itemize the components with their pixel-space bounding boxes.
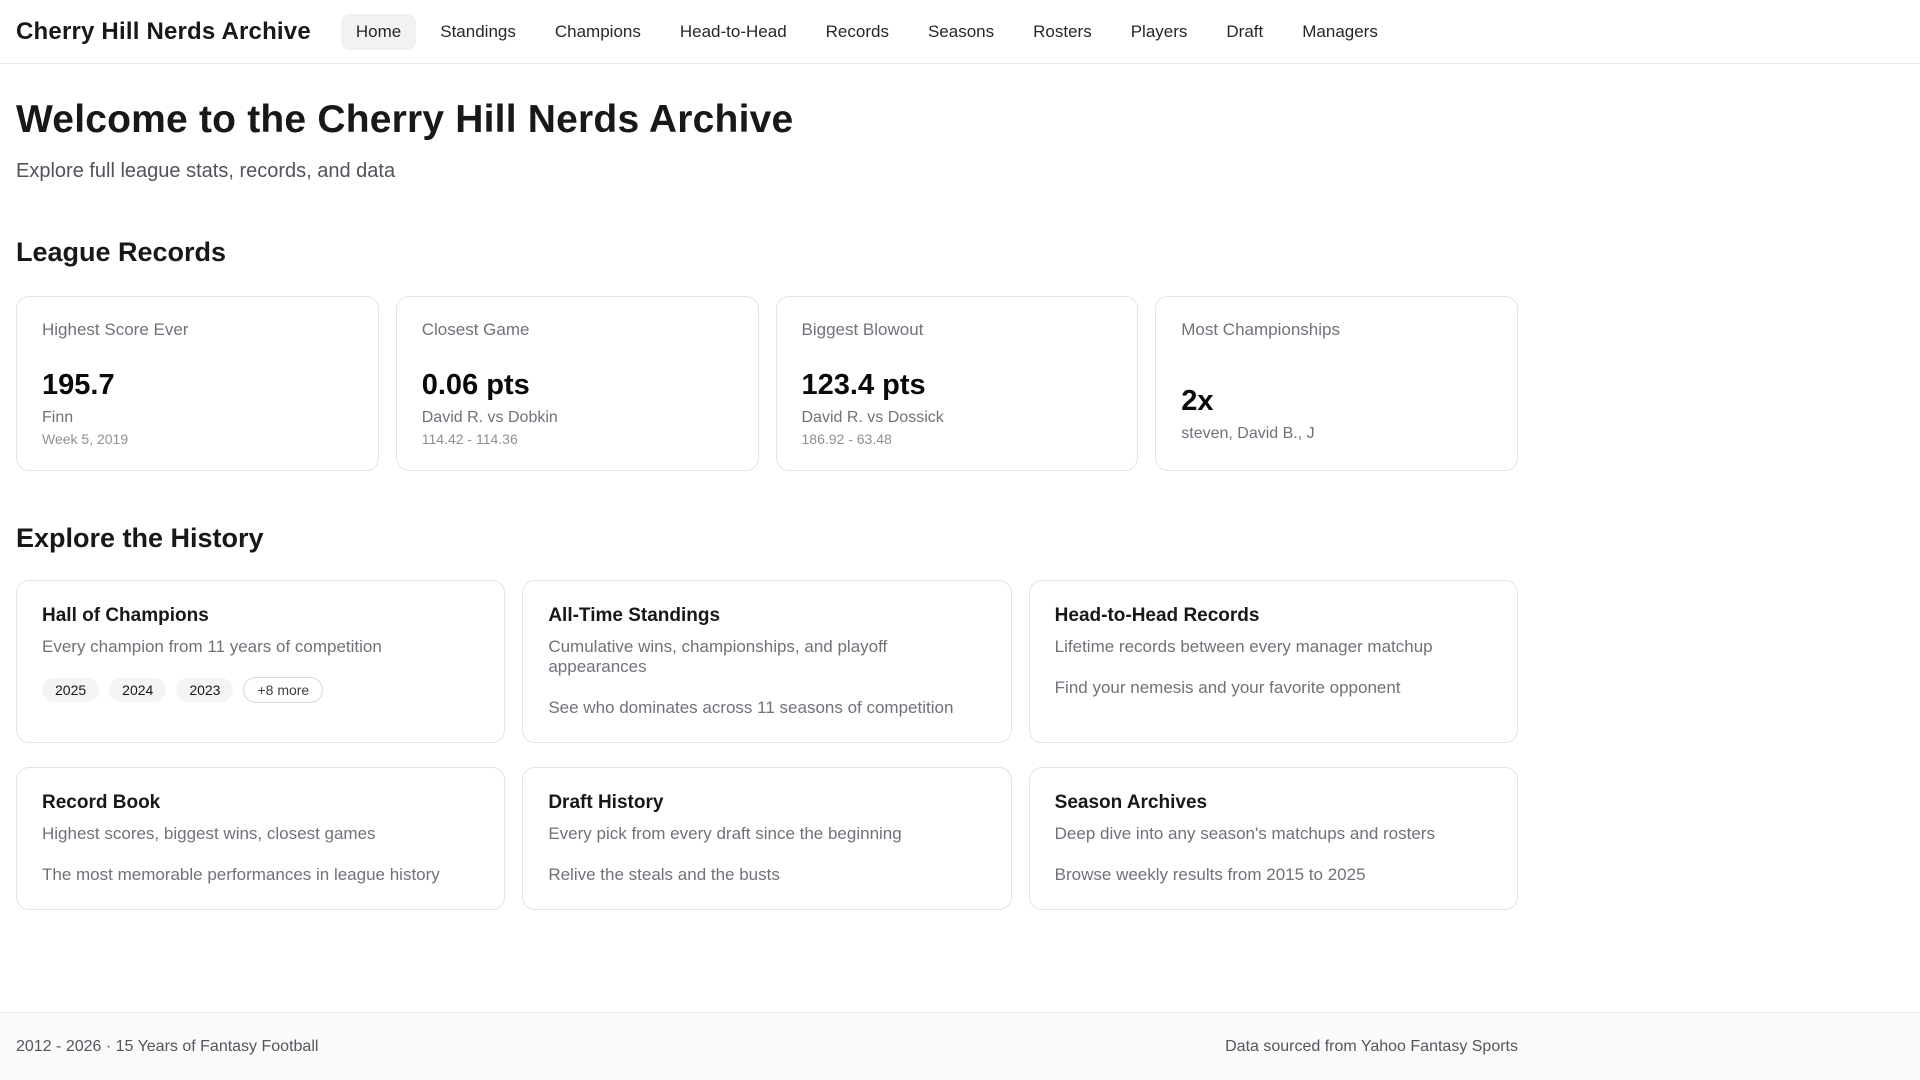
history-card-title: Hall of Champions bbox=[42, 605, 209, 626]
league-records-grid: Highest Score Ever 195.7 Finn Week 5, 20… bbox=[16, 296, 1518, 471]
history-card-season-archives[interactable]: Season Archives Deep dive into any seaso… bbox=[1028, 767, 1518, 910]
history-card-note: Relive the steals and the busts bbox=[548, 865, 780, 884]
history-card-head-to-head-records[interactable]: Head-to-Head Records Lifetime records be… bbox=[1028, 580, 1518, 743]
record-value: 0.06 pts bbox=[421, 369, 530, 401]
nav-item-home[interactable]: Home bbox=[340, 13, 417, 50]
record-card-closest-game: Closest Game 0.06 pts David R. vs Dobkin… bbox=[395, 296, 759, 471]
record-detail: Finn bbox=[42, 409, 74, 426]
history-card-note: Browse weekly results from 2015 to 2025 bbox=[1054, 865, 1366, 884]
record-label: Most Championships bbox=[1181, 320, 1340, 339]
year-badge: 2023 bbox=[176, 678, 234, 703]
history-card-description: Cumulative wins, championships, and play… bbox=[548, 637, 888, 676]
history-card-title: Season Archives bbox=[1054, 792, 1208, 813]
record-detail: steven, David B., J bbox=[1181, 425, 1315, 442]
history-card-description: Every pick from every draft since the be… bbox=[548, 824, 902, 843]
record-label: Closest Game bbox=[421, 320, 530, 339]
explore-history-heading: Explore the History bbox=[16, 523, 264, 553]
nav-item-head-to-head[interactable]: Head-to-Head bbox=[665, 14, 802, 50]
year-badge: 2025 bbox=[42, 678, 100, 703]
history-card-draft-history[interactable]: Draft History Every pick from every draf… bbox=[522, 767, 1012, 910]
history-card-title: All-Time Standings bbox=[548, 605, 721, 626]
record-card-biggest-blowout: Biggest Blowout 123.4 pts David R. vs Do… bbox=[775, 296, 1139, 471]
record-subdetail: Week 5, 2019 bbox=[42, 431, 129, 447]
history-card-description: Highest scores, biggest wins, closest ga… bbox=[42, 824, 376, 843]
history-card-note: Find your nemesis and your favorite oppo… bbox=[1054, 678, 1401, 697]
record-label: Highest Score Ever bbox=[42, 320, 189, 339]
champion-year-badges: 2025 2024 2023 +8 more bbox=[42, 677, 479, 704]
nav-item-managers[interactable]: Managers bbox=[1287, 14, 1393, 50]
page-title: Welcome to the Cherry Hill Nerds Archive bbox=[16, 98, 794, 141]
year-badge: 2024 bbox=[109, 678, 167, 703]
history-card-title: Head-to-Head Records bbox=[1054, 605, 1260, 626]
record-value: 195.7 bbox=[42, 369, 115, 401]
record-card-highest-score: Highest Score Ever 195.7 Finn Week 5, 20… bbox=[16, 296, 379, 471]
record-value: 123.4 pts bbox=[801, 369, 926, 401]
main-content: Welcome to the Cherry Hill Nerds Archive… bbox=[0, 64, 1920, 1012]
nav-item-records[interactable]: Records bbox=[811, 14, 904, 50]
nav-item-rosters[interactable]: Rosters bbox=[1018, 14, 1107, 50]
record-value: 2x bbox=[1181, 385, 1214, 417]
history-card-description: Lifetime records between every manager m… bbox=[1054, 637, 1433, 656]
site-footer: 2012 - 2026 · 15 Years of Fantasy Footba… bbox=[0, 1012, 1920, 1080]
nav-item-standings[interactable]: Standings bbox=[425, 14, 531, 50]
history-card-title: Record Book bbox=[42, 792, 161, 813]
record-label: Biggest Blowout bbox=[801, 320, 924, 339]
record-subdetail: 186.92 - 63.48 bbox=[801, 431, 892, 447]
record-detail: David R. vs Dossick bbox=[801, 409, 944, 426]
history-card-description: Deep dive into any season's matchups and… bbox=[1054, 824, 1435, 843]
nav-item-seasons[interactable]: Seasons bbox=[913, 14, 1009, 50]
hero-section: Welcome to the Cherry Hill Nerds Archive… bbox=[16, 64, 1518, 183]
nav-item-draft[interactable]: Draft bbox=[1211, 14, 1278, 50]
record-subdetail: 114.42 - 114.36 bbox=[421, 431, 518, 447]
app-header: Cherry Hill Nerds Archive Home Standings… bbox=[0, 0, 1920, 64]
history-card-title: Draft History bbox=[548, 792, 664, 813]
history-card-description: Every champion from 11 years of competit… bbox=[42, 637, 382, 656]
app-title: Cherry Hill Nerds Archive bbox=[16, 17, 311, 45]
explore-history-grid: Hall of Champions Every champion from 11… bbox=[16, 580, 1518, 910]
history-card-note: The most memorable performances in leagu… bbox=[42, 865, 440, 884]
history-card-all-time-standings[interactable]: All-Time Standings Cumulative wins, cham… bbox=[522, 580, 1012, 743]
footer-data-source: Data sourced from Yahoo Fantasy Sports bbox=[1225, 1037, 1518, 1055]
footer-league-years: 2012 - 2026 · 15 Years of Fantasy Footba… bbox=[16, 1037, 319, 1055]
record-detail: David R. vs Dobkin bbox=[421, 409, 558, 426]
page-subtitle: Explore full league stats, records, and … bbox=[16, 160, 396, 182]
nav-item-champions[interactable]: Champions bbox=[540, 14, 656, 50]
history-card-record-book[interactable]: Record Book Highest scores, biggest wins… bbox=[16, 767, 506, 910]
nav-item-players[interactable]: Players bbox=[1116, 14, 1203, 50]
history-card-hall-of-champions[interactable]: Hall of Champions Every champion from 11… bbox=[16, 580, 506, 743]
league-records-heading: League Records bbox=[16, 237, 227, 267]
more-years-badge: +8 more bbox=[243, 677, 324, 704]
record-card-most-championships: Most Championships 2x steven, David B., … bbox=[1155, 296, 1518, 471]
main-nav: Home Standings Champions Head-to-Head Re… bbox=[340, 13, 1393, 50]
history-card-note: See who dominates across 11 seasons of c… bbox=[548, 698, 954, 717]
